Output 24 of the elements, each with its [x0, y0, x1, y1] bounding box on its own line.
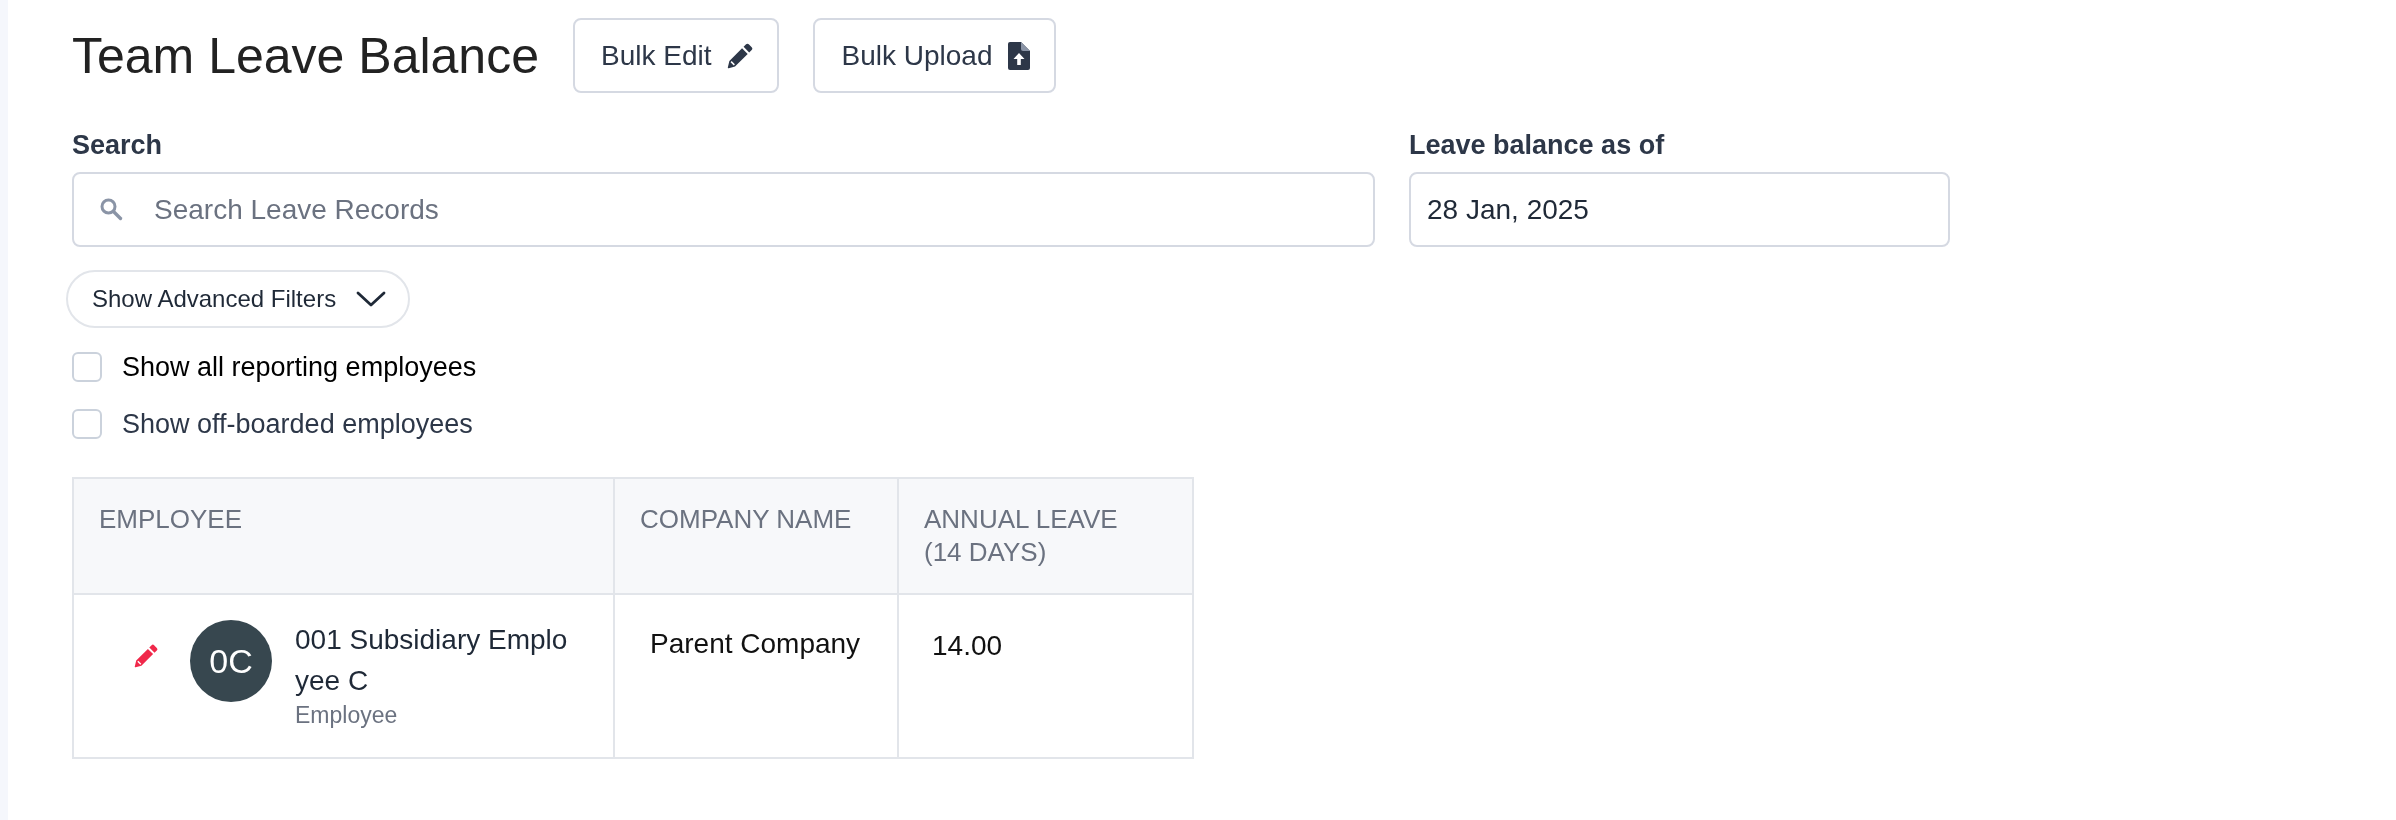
avatar-initials: 0C — [190, 620, 272, 702]
search-icon — [99, 197, 123, 221]
date-label: Leave balance as of — [1409, 129, 1666, 161]
search-field[interactable]: Search Leave Records — [72, 172, 1375, 247]
checkbox-label: Show all reporting employees — [122, 351, 477, 383]
company-name: Parent Company — [650, 627, 861, 661]
column-header: COMPANY NAME — [614, 478, 898, 594]
employee-name: 001 Subsidiary Employee C — [295, 623, 569, 698]
pencil-icon — [727, 42, 754, 69]
search-label: Search — [72, 129, 164, 161]
file-upload-icon — [1008, 41, 1031, 70]
employee-role: Employee — [295, 701, 399, 729]
leave-balance: 14.00 — [932, 629, 1003, 663]
page-title: Team Leave Balance — [72, 30, 539, 81]
column-header: EMPLOYEE — [73, 478, 614, 594]
checkbox-label: Show off-boarded employees — [122, 408, 473, 440]
advanced-filters-button[interactable]: Show Advanced Filters — [66, 270, 411, 328]
pencil-icon[interactable] — [134, 644, 158, 668]
bulk-upload-button[interactable]: Bulk Upload — [813, 18, 1057, 93]
date-field[interactable]: 28 Jan, 2025 — [1409, 172, 1950, 247]
checkbox[interactable] — [72, 352, 102, 382]
bulk-edit-button[interactable]: Bulk Edit — [572, 18, 780, 93]
column-header: ANNUAL LEAVE (14 DAYS) — [898, 478, 1193, 594]
checkbox[interactable] — [72, 409, 102, 439]
